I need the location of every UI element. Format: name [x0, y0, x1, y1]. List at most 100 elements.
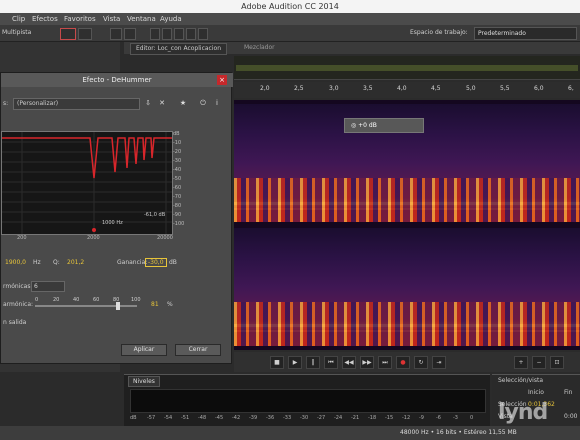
transport-bar: ■ ▶ ‖ ⏮ ◀◀ ▶▶ ⏭ ● ↻ ⇥ + − ⊡: [234, 352, 580, 372]
fast-forward-icon[interactable]: ▶▶: [360, 356, 374, 369]
slope-tick: 100: [131, 297, 141, 303]
level-meter-tick: -33: [283, 415, 292, 421]
db-tick: -70: [173, 194, 182, 200]
right-channel-spectrogram[interactable]: [234, 228, 580, 346]
move-tool-icon[interactable]: [110, 28, 122, 40]
level-meter-tick: -12: [402, 415, 411, 421]
slope-unit: %: [167, 301, 173, 308]
ruler-tick: 4,0: [397, 85, 407, 92]
preset-select[interactable]: (Personalizar): [13, 98, 140, 110]
tab-editor[interactable]: Editor: Loc_con Acoplicacion: [130, 43, 227, 55]
overview-waveform: [236, 65, 578, 71]
level-meter-tick: 0: [470, 415, 474, 421]
db-tick: -80: [173, 203, 182, 209]
brush-tool-icon[interactable]: [186, 28, 196, 40]
power-toggle-icon[interactable]: ⏻: [199, 99, 207, 107]
level-meter-tick: -9: [419, 415, 424, 421]
lasso-tool-icon[interactable]: [174, 28, 184, 40]
slope-field[interactable]: 81: [151, 301, 159, 308]
zoom-in-icon[interactable]: +: [514, 356, 528, 369]
tab-mixer[interactable]: Mezclador: [244, 44, 275, 51]
ruler-tick: 2,5: [294, 85, 304, 92]
db-tick: -10: [173, 140, 182, 146]
harmonics-value: 6: [34, 283, 38, 290]
zoom-full-icon[interactable]: ⊡: [550, 356, 564, 369]
view-end-field[interactable]: 0:00: [564, 413, 577, 420]
preset-label: s:: [3, 100, 9, 107]
db-tick: -90: [173, 212, 182, 218]
stop-icon[interactable]: ■: [270, 356, 284, 369]
gain-field[interactable]: -30,0: [145, 258, 167, 267]
selection-panel-title[interactable]: Selección/vista: [498, 377, 543, 384]
harmonics-select[interactable]: 6: [31, 281, 65, 292]
output-label: n salida: [3, 319, 27, 326]
menu-vista[interactable]: Vista: [103, 15, 120, 23]
dialog-title: Efecto - DeHummer: [1, 73, 233, 87]
record-icon[interactable]: ●: [396, 356, 410, 369]
level-meter-tick: -6: [436, 415, 441, 421]
close-icon[interactable]: ×: [217, 75, 227, 85]
slope-tick: 60: [93, 297, 100, 303]
freq-tick: 20000: [157, 235, 173, 241]
ruler-tick: 4,5: [431, 85, 441, 92]
speech-energy: [234, 178, 580, 222]
level-meter-tick: -30: [300, 415, 309, 421]
multitrack-button[interactable]: Multipista: [2, 29, 31, 36]
menu-efectos[interactable]: Efectos: [32, 15, 58, 23]
menu-ayuda[interactable]: Ayuda: [160, 15, 182, 23]
rewind-icon[interactable]: ◀◀: [342, 356, 356, 369]
menu-clip[interactable]: Clip: [12, 15, 25, 23]
hz-label: Hz: [33, 259, 41, 266]
marquee-tool-icon[interactable]: [162, 28, 172, 40]
freq-tick: 2000: [87, 235, 100, 241]
ruler-tick: 2,0: [260, 85, 270, 92]
waveform-view-button[interactable]: [60, 28, 76, 40]
play-icon[interactable]: ▶: [288, 356, 302, 369]
window-title: Adobe Audition CC 2014: [241, 2, 339, 11]
zoom-out-icon[interactable]: −: [532, 356, 546, 369]
level-meter-tick: -39: [249, 415, 258, 421]
level-meter: [130, 389, 486, 413]
level-meter-tick: -36: [266, 415, 275, 421]
db-tick: -60: [173, 185, 182, 191]
ruler-tick: 3,5: [363, 85, 373, 92]
go-to-end-icon[interactable]: ⏭: [378, 356, 392, 369]
levels-tab[interactable]: Niveles: [128, 376, 160, 387]
spectral-display[interactable]: ◎ +0 dB: [234, 100, 580, 350]
slope-slider-handle[interactable]: [115, 302, 120, 310]
spot-healing-tool-icon[interactable]: [198, 28, 208, 40]
hud-volume-control[interactable]: ◎ +0 dB: [344, 118, 424, 133]
skip-selection-icon[interactable]: ⇥: [432, 356, 446, 369]
time-selection-tool-icon[interactable]: [150, 28, 160, 40]
db-tick: -20: [173, 149, 182, 155]
response-curve-svg: [2, 132, 172, 234]
waveform-overview[interactable]: [234, 56, 580, 80]
close-button[interactable]: Cerrar: [175, 344, 221, 356]
level-meter-tick: -27: [317, 415, 326, 421]
go-to-start-icon[interactable]: ⏮: [324, 356, 338, 369]
ruler-tick: 6,0: [534, 85, 544, 92]
graph-db-label: -61,0 dB: [144, 212, 166, 218]
save-preset-icon[interactable]: ⇩: [144, 99, 152, 107]
apply-button[interactable]: Aplicar: [121, 344, 167, 356]
menu-favoritos[interactable]: Favoritos: [64, 15, 96, 23]
menu-ventana[interactable]: Ventana: [127, 15, 156, 23]
loop-icon[interactable]: ↻: [414, 356, 428, 369]
time-ruler[interactable]: 2,0 2,5 3,0 3,5 4,0 4,5 5,0 5,5 6,0 6,: [234, 82, 580, 98]
frequency-graph[interactable]: 1000 Hz -61,0 dB: [1, 131, 173, 235]
slope-tick: 20: [53, 297, 60, 303]
delete-preset-icon[interactable]: ✕: [158, 99, 166, 107]
info-icon[interactable]: i: [213, 99, 221, 107]
q-field[interactable]: 201,2: [67, 259, 84, 266]
level-meter-scale: dB -57 -54 -51 -48 -45 -42 -39 -36 -33 -30 -27 -24 -2…: [130, 415, 484, 423]
level-meter-tick: -18: [368, 415, 377, 421]
ruler-tick: 3,0: [329, 85, 339, 92]
spectral-view-button[interactable]: [78, 28, 92, 40]
razor-tool-icon[interactable]: [124, 28, 136, 40]
frequency-field[interactable]: 1900,0: [5, 259, 26, 266]
pause-icon[interactable]: ‖: [306, 356, 320, 369]
workspace-select[interactable]: Predeterminado: [474, 27, 577, 40]
favorite-star-icon[interactable]: ★: [179, 99, 187, 107]
slope-slider[interactable]: [35, 305, 137, 307]
level-meter-tick: -24: [334, 415, 343, 421]
